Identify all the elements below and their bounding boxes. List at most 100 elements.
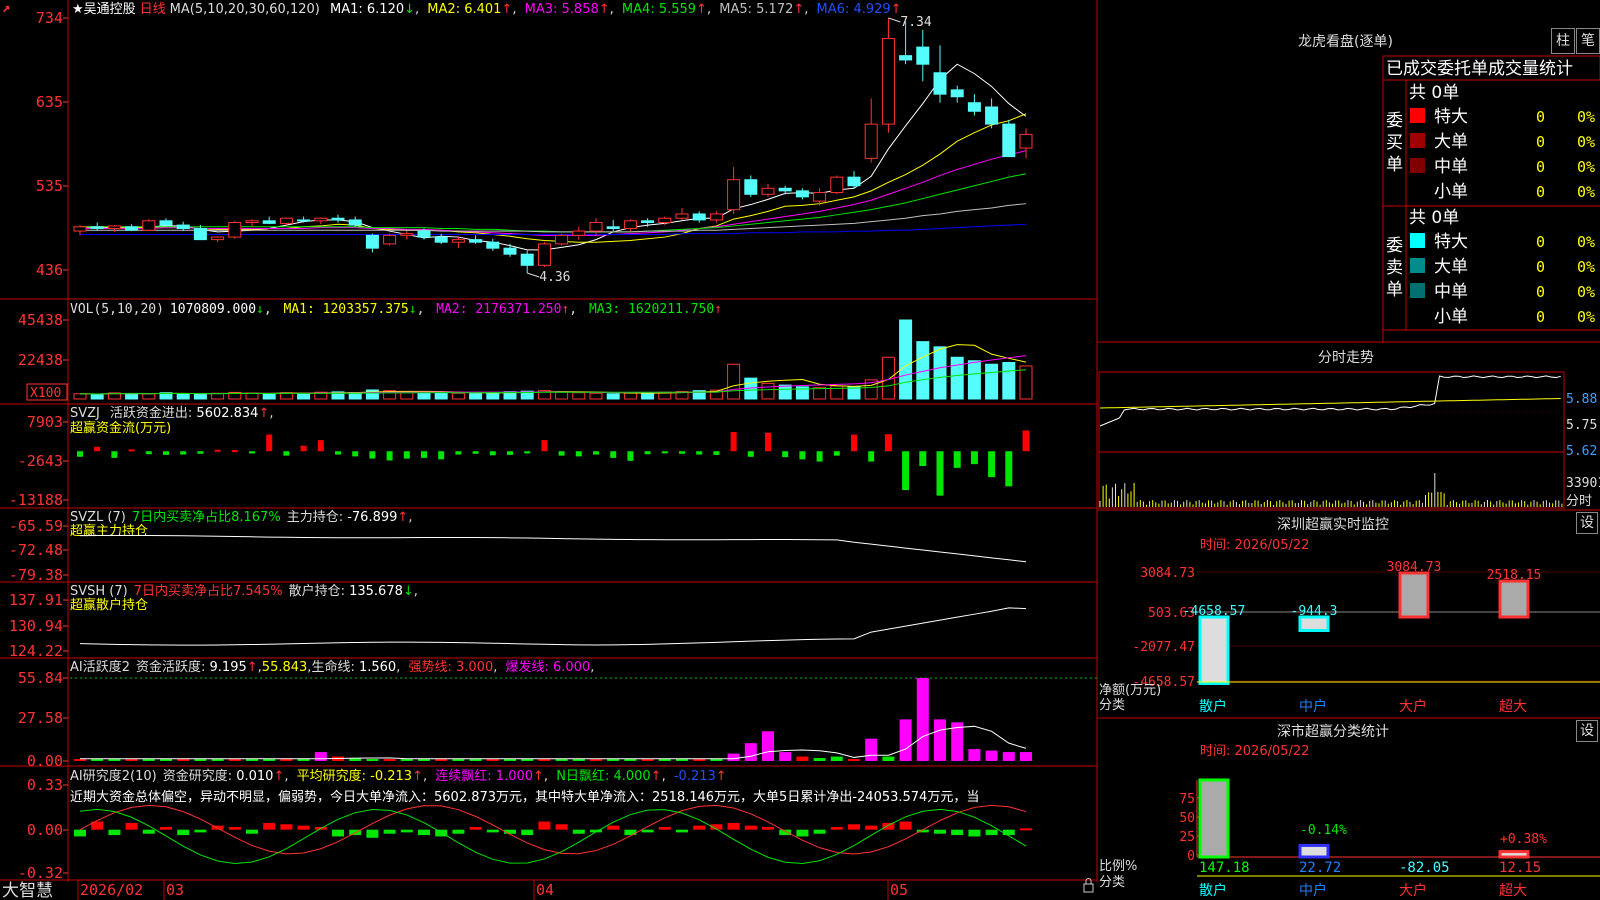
- activity-bar: [727, 753, 740, 761]
- svzj-bars: [77, 430, 1030, 496]
- research-bar: [332, 829, 344, 837]
- row-swatch: [1410, 283, 1425, 298]
- row-count: 0: [1536, 133, 1545, 151]
- activity-bar: [504, 759, 516, 761]
- activity-bar: [211, 759, 224, 761]
- row-count: 0: [1536, 258, 1545, 276]
- svsh-pct: 7日内买卖净占比7.545%: [134, 583, 283, 599]
- flow-bar: [610, 451, 617, 458]
- yj-t1: 资金研究度: [163, 768, 228, 784]
- activity-bar: [486, 759, 499, 761]
- life-line: [80, 725, 1027, 760]
- row-pct: 0%: [1577, 108, 1595, 126]
- candle-body: [967, 102, 981, 112]
- bar-view-button[interactable]: 柱: [1551, 28, 1575, 54]
- classify-settings-button[interactable]: 设: [1576, 720, 1598, 742]
- monitor-settings-button[interactable]: 设: [1576, 512, 1598, 534]
- monitor-bars: -4658.57 -944.3 3084.73 2518.15: [1183, 560, 1541, 685]
- classify-values: 147.18 22.72 -82.05 12.15: [1197, 860, 1600, 877]
- candle-body: [142, 220, 156, 231]
- activity-bar: [624, 759, 637, 761]
- research-bar: [297, 825, 310, 830]
- candle-body: [228, 222, 242, 238]
- row-count: 0: [1536, 158, 1545, 176]
- volume-bar: [434, 392, 448, 400]
- research-bar: [676, 829, 688, 833]
- monitor-categories: 散户 中户 大户 超大: [1197, 681, 1600, 715]
- monitor-bar-value: -4658.57: [1183, 604, 1246, 619]
- date-label: 04: [536, 881, 554, 899]
- ai2-t4: 强势线: [408, 659, 447, 675]
- activity-bar: [779, 752, 792, 761]
- candle-body: [985, 106, 999, 125]
- ai-research-panel[interactable]: AI研究度2(10) 资金研究度: 0.010↑, 平均研究度: -0.213↑,…: [18, 768, 1032, 882]
- flow-bar: [111, 451, 118, 458]
- activity-bar: [590, 759, 602, 761]
- monitor-panel[interactable]: 深圳超赢实时监控 时间: 2026/05/22 3084.73503.63-20…: [1099, 516, 1600, 715]
- research-bar: [727, 822, 740, 830]
- axis-tick: -65.59: [9, 517, 63, 535]
- ai2-t1: 资金活跃度: [136, 659, 201, 675]
- research-bar: [899, 821, 912, 830]
- activity-bar: [916, 678, 929, 761]
- axis-tick: 0.00: [27, 821, 63, 839]
- flow-bar: [421, 451, 427, 458]
- ma5-name: MA5: [719, 2, 747, 17]
- dragon-tiger-panel[interactable]: 龙虎看盘(逐单) 已成交委托单成交量统计 委买单 委卖单 共 0单 共 0单 特…: [1298, 33, 1600, 342]
- candle-body: [864, 123, 878, 159]
- svzl-panel[interactable]: SVZL (7) 7日内买卖净占比8.167% 主力持仓: -76.899↑, 超赢…: [9, 509, 1027, 584]
- volume-bar: [90, 393, 104, 400]
- ai-activity-panel[interactable]: AI活跃度2 资金活跃度: 9.195↑,55.843,生命线: 1.560, 强…: [18, 659, 1097, 770]
- activity-bar: [572, 759, 585, 761]
- classify-axis: 75 50 25 0: [1179, 780, 1600, 864]
- vol-ma3-name: MA3: [589, 302, 612, 317]
- ai2-v5: 6.000: [553, 660, 590, 675]
- stock-chart-canvas[interactable]: ↗ ★吴通控股 日线 MA(5,10,20,30,60,120) MA1: 6.12…: [0, 0, 1600, 900]
- price-panel[interactable]: ↗ ★吴通控股 日线 MA(5,10,20,30,60,120) MA1: 6.12…: [2, 0, 1033, 285]
- svzl-subtitle: 超赢主力持仓: [70, 523, 148, 539]
- flow-bar: [713, 451, 720, 455]
- volume-bar: [572, 392, 586, 400]
- ma4-value: 5.559: [659, 2, 696, 17]
- intraday-volume: [1099, 473, 1563, 507]
- classify-panel[interactable]: 深市超赢分类统计 时间: 2026/05/22 75 50 25 0 -0.14% +0…: [1099, 723, 1600, 899]
- classify-value: 147.18: [1199, 860, 1250, 876]
- volume-bar: [297, 392, 311, 400]
- volume-bar: [486, 391, 500, 400]
- research-bar: [1002, 829, 1015, 836]
- activity-bar: [452, 759, 465, 761]
- flow-bar: [970, 451, 978, 465]
- candle-body: [847, 176, 861, 187]
- volume-bar: [73, 393, 87, 400]
- monitor-tick: -2077.47: [1132, 640, 1195, 655]
- volume-bar: [761, 382, 775, 400]
- volume-panel[interactable]: VOL(5,10,20) 1070809.000↓, MA1: 1203357.3…: [18, 302, 1033, 401]
- candle-body: [400, 233, 414, 236]
- lock-icon[interactable]: [1083, 883, 1094, 893]
- activity-bar: [263, 759, 276, 761]
- lock-shackle: [1085, 878, 1092, 884]
- ai-activity-axis: 55.84 27.58 0.00: [18, 669, 68, 770]
- axis-tick: -0.32: [18, 864, 63, 882]
- candle-body: [245, 220, 259, 224]
- classify-pct-label: +0.38%: [1500, 832, 1547, 847]
- row-pct: 0%: [1577, 233, 1595, 251]
- intraday-panel[interactable]: 分时走势 5.88 5.75 5.62 33901 分时: [1098, 350, 1600, 509]
- classify-value: 22.72: [1299, 860, 1341, 876]
- date-labels: 2026/02 03 04 05: [77, 880, 908, 900]
- ma2-value: 6.401: [464, 2, 501, 17]
- tick-view-button[interactable]: 笔: [1576, 28, 1600, 54]
- row-swatch: [1410, 258, 1425, 273]
- intraday-lines: [1099, 375, 1561, 427]
- dragon-tab[interactable]: 已成交委托单成交量统计: [1386, 59, 1573, 79]
- intraday-price-line: [1099, 375, 1561, 427]
- activity-bar: [882, 756, 895, 761]
- svsh-axis: 137.91 130.94 124.22: [9, 591, 68, 660]
- vol-ma2-value: 2176371.250: [475, 302, 561, 317]
- svsh-panel[interactable]: SVSH (7) 7日内买卖净占比7.545% 散户持仓: 135.678↓, 超赢…: [9, 583, 1027, 660]
- svzj-panel[interactable]: SVZJ 活跃资金进出: 5602.834↑, 超赢资金流(万元) 7903-26…: [9, 405, 1030, 509]
- ma-line-3: [80, 150, 1027, 236]
- flow-bar: [679, 451, 685, 454]
- ma3-name: MA3: [525, 2, 553, 17]
- date-axis: 大智慧 2026/02 03 04 05: [2, 878, 1094, 900]
